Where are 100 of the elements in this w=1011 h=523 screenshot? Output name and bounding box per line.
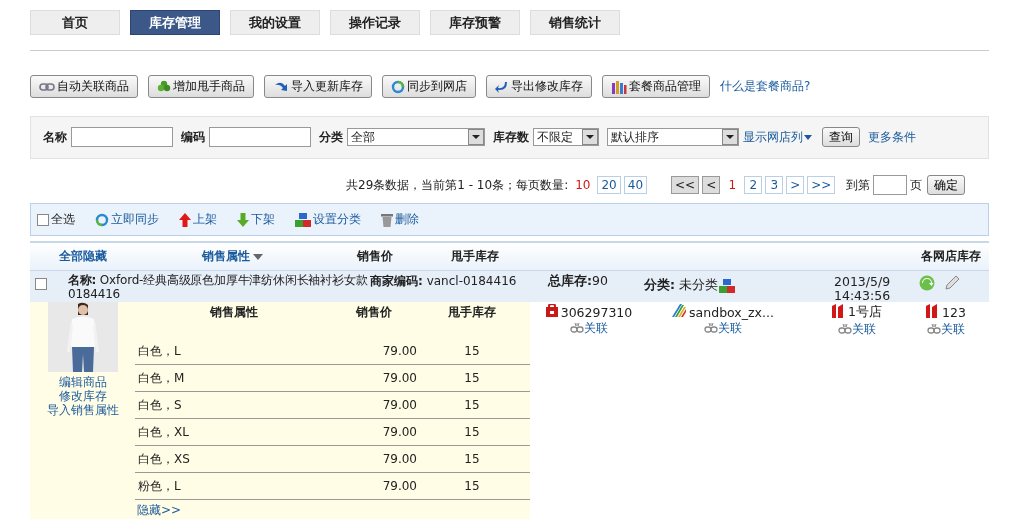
table-cell-text: 15 (463, 425, 481, 439)
shop-name: 1号店 (848, 304, 882, 321)
trash-icon (381, 212, 393, 227)
page-size-option[interactable]: 10 (571, 176, 595, 194)
column-header: 销售属性 (209, 303, 259, 321)
shop-name: sandbox_zx... (689, 304, 774, 320)
table-cell-text: 白色，S (137, 396, 183, 414)
page-size-option[interactable]: 40 (623, 176, 648, 194)
table-cell-text: 白色，XS (137, 450, 191, 468)
blocks-icon (295, 212, 311, 227)
table-cell-text: 79.00 (381, 479, 417, 493)
nav-tab[interactable]: 库存预警 (430, 10, 520, 35)
link-shop-link[interactable]: 关联 (570, 320, 608, 337)
page-size-option[interactable]: 20 (597, 176, 621, 194)
pagination-summary: 共29条数据，当前第1 - 10条；每页数量: (346, 176, 569, 194)
link-shop-link[interactable]: 关联 (927, 321, 965, 338)
select-all-checkbox[interactable] (37, 213, 49, 226)
page-number[interactable]: 3 (765, 176, 784, 194)
product-date: 2013/5/9 14:43:56 (834, 275, 892, 303)
broken-link-icon (570, 322, 584, 335)
table-cell-text: 79.00 (381, 371, 417, 385)
page-unit-label: 页 (910, 176, 923, 194)
toolbar-button[interactable]: 同步到网店 (382, 75, 476, 98)
product-action-link[interactable]: 修改库存 (58, 389, 107, 403)
confirm-button[interactable]: 确定 (927, 175, 966, 195)
name-label: 名称 (43, 128, 67, 146)
prev-page-button[interactable]: < (702, 176, 721, 194)
chain-icon (39, 81, 55, 92)
select-all-label: 全选 (51, 211, 75, 228)
up-arrow-icon (179, 212, 191, 227)
action-button[interactable]: 设置分类 (295, 211, 361, 228)
code-label: 编码 (181, 128, 205, 146)
table-cell-text: 79.00 (381, 398, 417, 412)
nav-tab[interactable]: 库存管理 (130, 10, 220, 35)
toolbar-button[interactable]: 自动关联商品 (30, 75, 138, 98)
sync-icon (391, 79, 405, 94)
row-checkbox[interactable] (35, 278, 47, 290)
refresh-icon[interactable] (919, 275, 935, 291)
table-cell-text: 白色，M (137, 369, 186, 387)
hide-all-link[interactable]: 全部隐藏 (30, 248, 135, 265)
page-number[interactable]: 2 (744, 176, 763, 194)
product-name: 名称: Oxford-经典高级原色加厚牛津纺休闲长袖衬衫女款 0184416 (68, 273, 369, 301)
goto-page-field[interactable] (873, 175, 908, 195)
more-filters-link[interactable]: 更多条件 (868, 128, 916, 146)
page-number[interactable]: 1 (723, 176, 742, 194)
table-cell-text: 15 (463, 344, 481, 358)
rainbow-stripes-icon (672, 304, 687, 317)
code-field[interactable] (209, 127, 311, 147)
blocks-icon (719, 278, 735, 293)
column-header: 甩手库存 (450, 248, 500, 265)
table-cell-text: 粉色，L (137, 477, 182, 495)
next-page-button[interactable]: > (786, 176, 805, 194)
help-link[interactable]: 什么是套餐商品? (720, 78, 811, 95)
table-cell-text: 15 (463, 398, 481, 412)
broken-link-icon (927, 323, 941, 336)
category-dropdown[interactable]: 全部 (347, 128, 485, 146)
hide-link[interactable]: 隐藏>> (137, 503, 182, 517)
product-code: 商家编码: vancl-0184416 (370, 273, 518, 290)
action-button[interactable]: 立即同步 (95, 211, 159, 228)
toolbar-button[interactable]: 导出修改库存 (486, 75, 592, 98)
table-cell-text: 79.00 (381, 452, 417, 466)
last-page-button[interactable]: >> (807, 176, 836, 194)
goto-label: 到第 (846, 176, 871, 194)
table-cell-text: 79.00 (381, 425, 417, 439)
action-button[interactable]: 上架 (179, 211, 217, 228)
name-field[interactable] (71, 127, 173, 147)
link-shop-link[interactable]: 关联 (838, 321, 876, 338)
action-button[interactable]: 下架 (237, 211, 275, 228)
product-action-link[interactable]: 编辑商品 (58, 375, 107, 389)
broken-link-icon (704, 322, 718, 335)
toolbar-button[interactable]: 增加甩手商品 (148, 75, 254, 98)
pencil-icon[interactable] (945, 275, 960, 290)
product-action-link[interactable]: 导入销售属性 (46, 403, 119, 417)
table-cell-text: 15 (463, 479, 481, 493)
query-button[interactable]: 查询 (822, 127, 860, 147)
shop-name: 306297310 (560, 304, 633, 320)
flag-icon (832, 304, 845, 318)
flag-icon (926, 304, 940, 318)
shop-columns-link[interactable]: 显示网店列 (743, 128, 812, 146)
clover-icon (157, 79, 171, 94)
action-button[interactable]: 删除 (381, 211, 419, 228)
toolbar-button[interactable]: 套餐商品管理 (602, 75, 710, 98)
first-page-button[interactable]: << (671, 176, 700, 194)
toolbar-button[interactable]: 导入更新库存 (264, 75, 372, 98)
nav-tab[interactable]: 操作记录 (330, 10, 420, 35)
nav-tab[interactable]: 销售统计 (530, 10, 620, 35)
sort-dropdown[interactable]: 默认排序 (607, 128, 739, 146)
shop-name: 123 (942, 305, 966, 320)
stock-label: 库存数 (493, 128, 529, 146)
column-header: 各网店库存 (920, 248, 982, 265)
table-cell-text: 79.00 (381, 344, 417, 358)
nav-tab[interactable]: 首页 (30, 10, 120, 35)
product-category: 分类: 未分类 (644, 277, 718, 294)
link-shop-link[interactable]: 关联 (704, 320, 742, 337)
nav-tab[interactable]: 我的设置 (230, 10, 320, 35)
table-cell-text: 15 (463, 452, 481, 466)
table-cell-text: 15 (463, 371, 481, 385)
column-header[interactable]: 销售属性 (202, 249, 263, 263)
broken-link-icon (838, 323, 852, 336)
stock-dropdown[interactable]: 不限定 (533, 128, 599, 146)
